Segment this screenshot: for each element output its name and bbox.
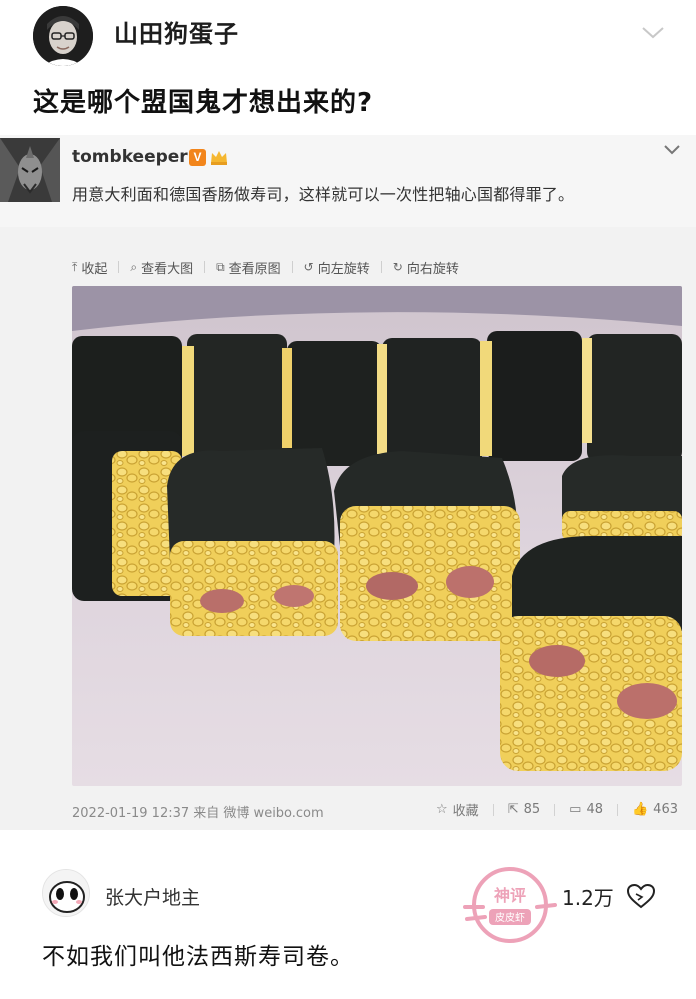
divider [291, 261, 293, 273]
star-icon: ☆ [436, 802, 448, 817]
comment-like-count: 1.2万 [562, 886, 614, 910]
watermark-stamp: 神评 皮皮虾 [455, 857, 565, 953]
chevron-down-icon[interactable] [640, 22, 666, 42]
weibo-text: 用意大利面和德国香肠做寿司，这样就可以一次性把轴心国都得罪了。 [72, 185, 575, 204]
comment-button[interactable]: ▭ 48 [569, 802, 603, 817]
commenter-avatar[interactable] [42, 869, 90, 917]
view-large-button[interactable]: ⌕ 查看大图 [130, 258, 204, 277]
post-text: 这是哪个盟国鬼才想出来的? [33, 88, 374, 118]
rotate-right-icon: ↻ [392, 260, 403, 274]
commenter-username[interactable]: 张大户地主 [105, 883, 200, 910]
comment-icon: ▭ [569, 802, 582, 817]
weibo-actions: ☆ 收藏 ⇱ 85 ▭ 48 👍 463 [422, 800, 678, 819]
rotate-left-label: 向左旋转 [317, 261, 370, 277]
weibo-username[interactable]: tombkeeper [72, 147, 188, 167]
comment: 张大户地主 神评 皮皮虾 1.2万 不如我们叫他法西斯寿司卷。 [0, 855, 696, 999]
timestamp: 2022-01-19 12:37 来自 微博 weibo.com [72, 802, 324, 821]
collapse-button[interactable]: ⤒ 收起 [72, 258, 118, 277]
divider [204, 261, 206, 273]
weibo-avatar[interactable] [0, 138, 60, 202]
media-area: ⤒ 收起 ⌕ 查看大图 ⧉ 查看原图 ↺ 向左旋转 ↻ 向右旋转 2022-01… [0, 227, 696, 830]
view-original-label: 查看原图 [228, 261, 281, 277]
heart-icon[interactable] [626, 883, 656, 909]
chevron-down-icon[interactable] [663, 142, 681, 156]
like-button[interactable]: 👍 463 [632, 802, 678, 817]
repost-button[interactable]: ⇱ 85 [508, 802, 540, 817]
divider [118, 261, 120, 273]
crown-icon [209, 148, 229, 166]
zoom-icon: ⌕ [130, 259, 138, 274]
post-header: 山田狗蛋子 [0, 0, 696, 70]
favorite-label: 收藏 [452, 804, 479, 819]
view-original-button[interactable]: ⧉ 查看原图 [216, 258, 292, 277]
external-link-icon: ⧉ [216, 259, 225, 274]
timestamp-text: 2022-01-19 12:37 [72, 806, 190, 821]
repost-count: 85 [523, 802, 541, 817]
divider [554, 803, 556, 816]
rotate-left-icon: ↺ [303, 260, 314, 274]
divider [492, 803, 494, 816]
divider [380, 261, 382, 273]
divider [616, 803, 618, 816]
post-username[interactable]: 山田狗蛋子 [114, 14, 239, 49]
svg-text:皮皮虾: 皮皮虾 [495, 911, 525, 924]
embedded-weibo-card: tombkeeper V 用意大利面和德国香肠做寿司，这样就可以一次性把轴心国都… [0, 135, 696, 830]
rotate-left-button[interactable]: ↺ 向左旋转 [304, 258, 381, 277]
collapse-icon: ⤒ [72, 259, 78, 274]
verified-badge: V [189, 149, 206, 166]
rotate-right-button[interactable]: ↻ 向右旋转 [393, 258, 470, 277]
user-avatar[interactable] [33, 6, 93, 66]
image-toolbar: ⤒ 收起 ⌕ 查看大图 ⧉ 查看原图 ↺ 向左旋转 ↻ 向右旋转 [72, 255, 470, 279]
comment-count: 48 [586, 802, 603, 817]
rotate-right-label: 向右旋转 [406, 261, 459, 277]
svg-text:神评: 神评 [494, 886, 526, 905]
comment-text: 不如我们叫他法西斯寿司卷。 [42, 944, 354, 970]
repost-icon: ⇱ [507, 802, 519, 817]
favorite-button[interactable]: ☆ 收藏 [436, 800, 479, 819]
weibo-footer: 2022-01-19 12:37 来自 微博 weibo.com ☆ 收藏 ⇱ … [72, 800, 682, 821]
thumbs-up-icon: 👍 [631, 802, 649, 817]
view-large-label: 查看大图 [141, 261, 194, 277]
collapse-label: 收起 [81, 261, 108, 277]
sushi-photo[interactable] [72, 286, 682, 786]
source-text[interactable]: 来自 微博 weibo.com [193, 806, 323, 821]
like-count: 463 [653, 802, 678, 817]
